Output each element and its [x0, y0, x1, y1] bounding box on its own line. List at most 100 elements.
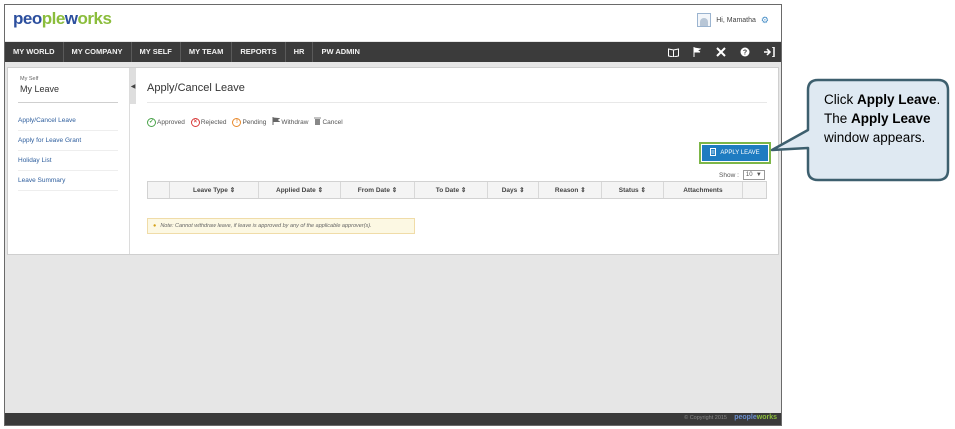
sort-icon: ⇕: [519, 187, 525, 194]
nav-hr[interactable]: HR: [286, 42, 314, 62]
legend-withdraw: Withdraw: [272, 117, 308, 127]
legend-label: Pending: [242, 118, 267, 126]
note-banner: ● Note: Cannot withdraw leave, if leave …: [147, 218, 415, 234]
footer-logo-part: works: [756, 414, 777, 421]
callout-t4: Apply Leave: [851, 111, 931, 126]
sidebar-section-title: My Leave: [20, 84, 60, 94]
legend-pending: ! Pending: [232, 117, 267, 127]
logo-part: w: [64, 9, 78, 28]
col-label: Attachments: [683, 186, 723, 194]
sort-icon: ⇕: [580, 187, 586, 194]
col-label: Days: [501, 186, 518, 194]
sidebar-item-holiday-list[interactable]: Holiday List: [18, 157, 118, 171]
legend-label: Approved: [157, 118, 185, 126]
table-col-attachments: Attachments: [664, 182, 744, 198]
col-label: From Date: [357, 186, 390, 194]
app-window: peopleworks Hi, Mamatha ⚙ MY WORLD MY CO…: [4, 4, 782, 426]
table-col-blank: [743, 182, 766, 198]
help-icon[interactable]: ?: [733, 42, 757, 62]
user-menu[interactable]: Hi, Mamatha ⚙: [697, 13, 769, 27]
check-icon: ✓: [147, 117, 156, 127]
tools-icon[interactable]: [709, 42, 733, 62]
status-legend: ✓ Approved × Rejected ! Pending Withdraw: [147, 117, 343, 127]
svg-text:?: ?: [743, 50, 747, 57]
table-col-blank: [148, 182, 170, 198]
divider: [147, 102, 767, 103]
lightbulb-icon: ●: [153, 223, 157, 229]
sort-icon: ⇕: [640, 187, 646, 194]
nav-my-company[interactable]: MY COMPANY: [64, 42, 132, 62]
page-size-control: Show : 10 ▼: [719, 170, 765, 180]
sort-icon: ⇕: [229, 187, 236, 194]
footer-logo: peopleworks: [734, 414, 777, 421]
col-label: Leave Type: [192, 186, 228, 194]
table-col-applied-date[interactable]: Applied Date ⇕: [259, 182, 341, 198]
table-col-status[interactable]: Status ⇕: [602, 182, 664, 198]
logout-icon[interactable]: [757, 42, 781, 62]
footer: © Copyright 2015 peopleworks: [5, 413, 781, 425]
peopleworks-logo[interactable]: peopleworks: [13, 9, 112, 29]
main-area: Apply/Cancel Leave ✓ Approved × Rejected…: [136, 68, 778, 254]
main-nav: MY WORLD MY COMPANY MY SELF MY TEAM REPO…: [5, 42, 781, 62]
table-col-leave-type[interactable]: Leave Type ⇕: [170, 182, 260, 198]
sidebar-section-label: My Self: [20, 76, 39, 82]
table-col-reason[interactable]: Reason ⇕: [539, 182, 603, 198]
col-label: Applied Date: [276, 186, 316, 194]
copyright-text: © Copyright 2015: [684, 415, 727, 421]
logo-part: orks: [77, 9, 112, 28]
callout-t2: Apply Leave: [857, 92, 937, 107]
sort-icon: ⇕: [460, 187, 467, 194]
logo-part: peo: [13, 9, 42, 28]
page-size-value: 10: [745, 172, 753, 178]
withdraw-flag-icon: [272, 117, 281, 127]
nav-my-self[interactable]: MY SELF: [132, 42, 181, 62]
footer-logo-part: people: [734, 414, 757, 421]
note-text: Note: Cannot withdraw leave, if leave is…: [160, 223, 372, 229]
table-col-days[interactable]: Days ⇕: [488, 182, 540, 198]
table-col-to-date[interactable]: To Date ⇕: [415, 182, 488, 198]
sort-icon: ⇕: [391, 187, 398, 194]
sidebar-item-apply-leave-grant[interactable]: Apply for Leave Grant: [18, 137, 118, 151]
sidebar-item-leave-summary[interactable]: Leave Summary: [18, 177, 118, 191]
callout-t5: window appears.: [824, 130, 926, 145]
legend-label: Withdraw: [281, 118, 309, 126]
legend-cancel: Cancel: [314, 117, 343, 127]
legend-label: Cancel: [322, 118, 343, 126]
logo-part: ple: [41, 9, 66, 28]
chevron-left-icon: ◀: [130, 83, 136, 90]
show-label: Show :: [719, 171, 739, 179]
leave-table-header: Leave Type ⇕ Applied Date ⇕ From Date ⇕ …: [147, 181, 767, 199]
avatar[interactable]: [697, 13, 712, 27]
trash-icon: [314, 117, 322, 127]
nav-my-team[interactable]: MY TEAM: [181, 42, 233, 62]
callout-t1: Click: [824, 92, 857, 107]
top-bar: peopleworks Hi, Mamatha ⚙: [5, 5, 781, 41]
content-panel: My Self My Leave Apply/Cancel Leave Appl…: [7, 67, 779, 255]
user-greeting: Hi, Mamatha: [716, 16, 756, 24]
col-label: Status: [618, 186, 639, 194]
legend-approved: ✓ Approved: [147, 117, 185, 127]
nav-icons: ?: [661, 42, 781, 62]
clock-icon: !: [232, 117, 242, 127]
page-title: Apply/Cancel Leave: [147, 82, 245, 94]
col-label: Reason: [554, 186, 579, 194]
callout-text: Click Apply Leave. The Apply Leave windo…: [824, 90, 942, 147]
apply-leave-button[interactable]: APPLY LEAVE: [702, 145, 768, 161]
book-icon[interactable]: [661, 42, 685, 62]
flag-icon[interactable]: [685, 42, 709, 62]
apply-leave-label: APPLY LEAVE: [720, 150, 760, 156]
nav-pw-admin[interactable]: PW ADMIN: [313, 42, 367, 62]
col-label: To Date: [435, 186, 460, 194]
nav-my-world[interactable]: MY WORLD: [5, 42, 64, 62]
legend-rejected: × Rejected: [190, 117, 227, 127]
sidebar-item-apply-cancel-leave[interactable]: Apply/Cancel Leave: [18, 117, 118, 131]
nav-reports[interactable]: REPORTS: [232, 42, 286, 62]
divider: [18, 102, 118, 103]
document-icon: [710, 148, 717, 158]
sort-icon: ⇕: [317, 187, 324, 194]
sidebar: My Self My Leave Apply/Cancel Leave Appl…: [8, 68, 130, 254]
x-icon: ×: [190, 117, 200, 127]
settings-gear-icon[interactable]: ⚙: [761, 15, 769, 26]
table-col-from-date[interactable]: From Date ⇕: [341, 182, 416, 198]
legend-label: Rejected: [200, 118, 227, 126]
